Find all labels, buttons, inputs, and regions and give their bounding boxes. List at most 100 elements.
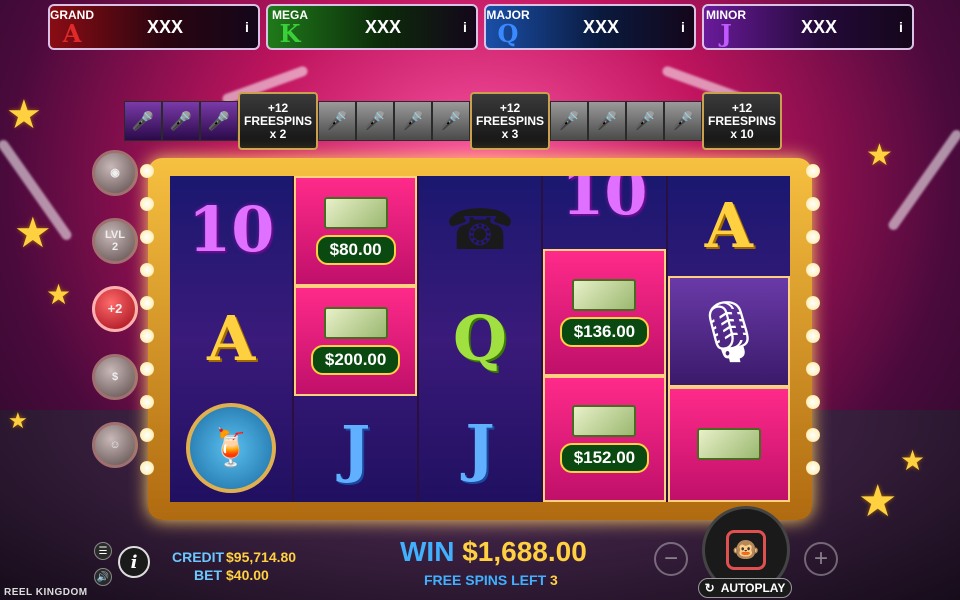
star-icon: ★ — [8, 408, 28, 433]
reel-5: A 🎙 — [667, 176, 791, 502]
symbol-queen: Q — [453, 302, 508, 375]
jackpot-mega: MEGA K XXX i — [266, 4, 478, 50]
reel-4: 10 $136.00 $152.00 — [543, 176, 666, 503]
cash-value: $136.00 — [559, 316, 650, 347]
cash-symbol: $200.00 — [294, 286, 417, 396]
tracker-bonus-x2: +12 FREESPINS x 2 — [238, 92, 318, 150]
cash-bundle-icon — [696, 428, 761, 461]
reel-symbol: J — [294, 396, 416, 502]
cash-symbol: $136.00 — [543, 249, 666, 376]
cash-value: $152.00 — [559, 442, 650, 473]
star-icon: ★ — [6, 93, 42, 137]
jackpot-letter: A — [62, 19, 82, 48]
autoplay-button[interactable]: ↻ AUTOPLAY — [698, 578, 792, 598]
jackpot-value: XXX — [146, 16, 184, 37]
extra-spins-badge: +2 — [92, 286, 138, 332]
cash-symbol: $152.00 — [543, 375, 666, 503]
level-indicators: ◉ LVL 2 +2 $ ☺ — [92, 150, 138, 490]
credit-value: $95,714.80 — [226, 549, 297, 565]
star-icon: ★ — [46, 279, 72, 310]
reel-symbol: A — [668, 176, 790, 276]
bonus-multiplier: x 10 — [730, 126, 754, 141]
jackpot-bar: GRAND A XXX i MEGA K XXX i MAJOR Q XXX i MI… — [48, 4, 914, 50]
symbol-ten: 10 — [188, 193, 275, 267]
host-token-icon: 🎤 — [162, 101, 200, 141]
jackpot-value: XXX — [364, 16, 402, 37]
symbol-jack: J — [465, 410, 495, 484]
bet-minus-button[interactable]: − — [654, 542, 688, 576]
bonus-plus: +12 — [499, 100, 521, 115]
cash-bundle-icon — [323, 197, 388, 229]
star-icon: ★ — [900, 445, 926, 476]
bet-label: BET — [194, 567, 222, 583]
jackpot-info-button[interactable]: i — [890, 19, 912, 35]
jackpot-info-button[interactable]: i — [672, 19, 694, 35]
bulb-column-left — [140, 164, 154, 475]
reel-3: ☎ Q J — [418, 176, 542, 502]
host-badge-icon: ☺ — [92, 422, 138, 468]
cocktail-icon: 🍹 — [186, 402, 277, 493]
star-icon: ★ — [14, 209, 52, 256]
autoplay-icon: ↻ — [704, 581, 715, 595]
host-token-icon: 🎤 — [124, 101, 162, 141]
reel-symbol: ☎ — [419, 176, 541, 285]
bet-value: $40.00 — [226, 567, 269, 583]
reel-symbol: 10 — [170, 176, 292, 285]
symbol-ace: A — [704, 188, 753, 262]
star-icon: ★ — [866, 139, 893, 172]
jackpot-info-button[interactable]: i — [454, 19, 476, 35]
win-display: WIN $1,688.00 — [400, 536, 600, 568]
free-spins-tracker: 🎤 🎤 🎤 +12 FREESPINS x 2 🎤 🎤 🎤 🎤 +12 FREE… — [124, 92, 840, 150]
jackpot-grand: GRAND A XXX i — [48, 4, 260, 50]
jackpot-letter: J — [720, 19, 732, 48]
host-symbol-icon: 🎙 — [667, 275, 791, 387]
host-token-icon: 🎤 — [200, 101, 238, 141]
spotlight — [886, 127, 960, 233]
cash-badge-icon: $ — [92, 354, 138, 400]
reel-symbol: A — [170, 285, 292, 394]
telephone-icon: ☎ — [445, 198, 515, 262]
bonus-multiplier: x 3 — [501, 126, 519, 141]
tracker-bonus-x3: +12 FREESPINS x 3 — [470, 92, 550, 150]
jackpot-value: XXX — [800, 16, 838, 37]
level-badge: LVL 2 — [92, 218, 138, 264]
cash-symbol: $80.00 — [294, 176, 417, 286]
win-value: $1,688.00 — [462, 536, 587, 567]
bulb-column-right — [806, 164, 820, 475]
host-token-icon: 🎤 — [664, 101, 702, 141]
autoplay-label: AUTOPLAY — [720, 581, 786, 595]
credit-label: CREDIT — [172, 549, 225, 565]
bet-plus-button[interactable]: + — [804, 542, 838, 576]
jackpot-info-button[interactable]: i — [236, 19, 258, 35]
cash-symbol — [667, 386, 791, 502]
free-spins-label: FREE SPINS LEFT — [424, 572, 547, 588]
bonus-plus: +12 — [267, 100, 289, 115]
sound-icon[interactable]: 🔊 — [94, 568, 112, 586]
host-token-icon: 🎤 — [318, 101, 356, 141]
host-token-icon: 🎤 — [394, 101, 432, 141]
host-token-icon: 🎤 — [626, 101, 664, 141]
cash-bundle-icon — [572, 404, 637, 437]
info-button[interactable]: i — [118, 546, 150, 578]
reel-grid: 10 A 🍹 $80.00 $200.00 J ☎ Q J 10 $136.00… — [170, 176, 791, 503]
menu-icon[interactable]: ☰ — [94, 542, 112, 560]
reel-frame: 10 A 🍹 $80.00 $200.00 J ☎ Q J 10 $136.00… — [140, 158, 820, 520]
cash-value: $200.00 — [310, 345, 401, 375]
symbol-ten: 10 — [561, 176, 648, 229]
cash-value: $80.00 — [315, 235, 396, 265]
bonus-label: FREESPINS — [243, 113, 312, 128]
free-spins-left: FREE SPINS LEFT 3 — [424, 572, 558, 588]
symbol-ace: A — [207, 302, 256, 375]
cash-bundle-icon — [323, 307, 388, 339]
symbol-jack: J — [340, 412, 371, 485]
reel-symbol: Q — [419, 285, 541, 394]
reel-symbol: 🍹 — [170, 393, 292, 502]
jackpot-minor: MINOR J XXX i — [702, 4, 914, 50]
bonus-multiplier: x 2 — [269, 126, 287, 141]
host-token-icon: 🎤 — [588, 101, 626, 141]
reel-2: $80.00 $200.00 J — [294, 176, 417, 502]
jackpot-letter: K — [279, 19, 301, 48]
monkey-icon: 🐵 — [726, 530, 766, 570]
jackpot-letter: Q — [497, 19, 519, 48]
host-token-icon: 🎤 — [432, 101, 470, 141]
